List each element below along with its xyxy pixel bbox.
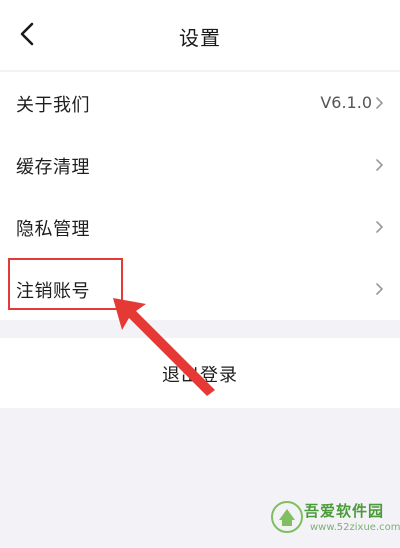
settings-item-label: 关于我们: [16, 95, 90, 116]
settings-page: 设置 关于我们 V6.1.0 缓存清理 隐私管理 注销账号 退出登录 吾爱软件园…: [0, 0, 400, 548]
settings-item-label: 注销账号: [16, 281, 90, 302]
chevron-right-icon: [375, 282, 384, 296]
chevron-right-icon: [375, 96, 384, 110]
watermark-logo: 吾爱软件园 www.52zixue.com: [270, 496, 400, 542]
logout-button[interactable]: 退出登录: [0, 338, 400, 408]
version-value: V6.1.0: [320, 93, 372, 112]
chevron-right-icon: [375, 158, 384, 172]
settings-item-label: 隐私管理: [16, 219, 90, 240]
site-logo-icon: [271, 501, 303, 533]
section-divider: [0, 320, 400, 338]
settings-item-about[interactable]: 关于我们 V6.1.0: [0, 72, 400, 134]
settings-item-clear-cache[interactable]: 缓存清理: [0, 134, 400, 196]
page-title: 设置: [179, 26, 221, 50]
nav-bar: 设置: [0, 0, 400, 70]
watermark-site-name: 吾爱软件园: [304, 502, 385, 520]
settings-item-delete-account[interactable]: 注销账号: [0, 258, 400, 320]
logout-label: 退出登录: [162, 365, 238, 386]
settings-item-label: 缓存清理: [16, 157, 90, 178]
settings-list: 关于我们 V6.1.0 缓存清理 隐私管理 注销账号 退出登录: [0, 72, 400, 408]
settings-item-privacy[interactable]: 隐私管理: [0, 196, 400, 258]
chevron-right-icon: [375, 220, 384, 234]
watermark-url: www.52zixue.com: [310, 522, 400, 533]
